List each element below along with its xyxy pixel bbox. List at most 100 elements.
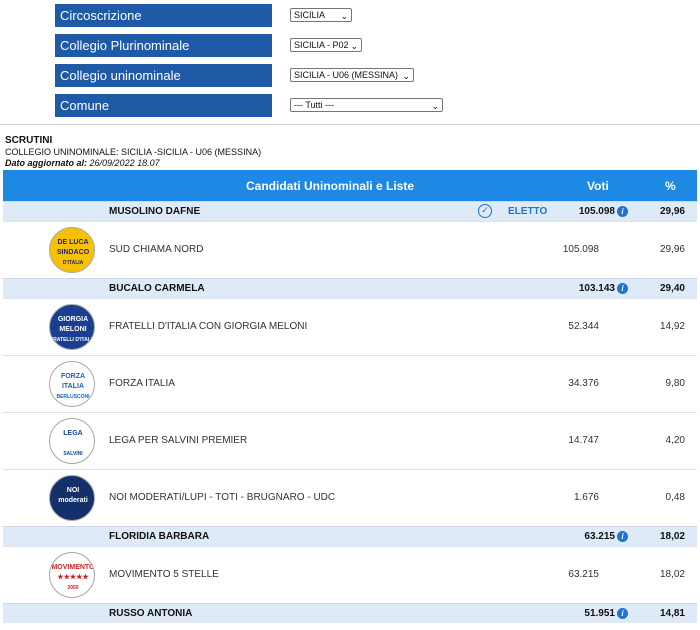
- filter-label-circoscrizione: Circoscrizione: [55, 4, 272, 27]
- list-pct: 29,96: [659, 244, 685, 255]
- logo-text-2: SINDACO: [57, 249, 90, 256]
- logo-text-3: D'ITALIA: [63, 260, 84, 266]
- chevron-down-icon: ⌄: [350, 41, 358, 51]
- select-plurinominale-value: SICILIA - P02: [294, 40, 349, 50]
- update-value: 26/09/2022 18.07: [89, 158, 160, 168]
- select-uninominale[interactable]: SICILIA - U06 (MESSINA) ⌄: [290, 68, 414, 82]
- logo-text-2: moderati: [58, 497, 88, 504]
- candidate-votes: 51.951: [584, 608, 615, 619]
- candidate-votes: 105.098: [578, 206, 615, 217]
- select-circoscrizione[interactable]: SICILIA ⌄: [290, 8, 352, 22]
- list-pct: 9,80: [665, 378, 685, 389]
- candidate-votes: 63.215: [584, 531, 615, 542]
- filter-label-comune: Comune: [55, 94, 272, 117]
- logo-text-3: BERLUSCONI: [56, 394, 90, 400]
- logo-text-3: SALVINI: [63, 451, 83, 457]
- results-table: Candidati Uninominali e Liste Voti % MUS…: [3, 170, 697, 623]
- candidate-name: BUCALO CARMELA: [109, 283, 205, 294]
- logo-text-1: GIORGIA: [58, 316, 88, 323]
- candidate-row: RUSSO ANTONIA 51.951 i 14,81: [3, 603, 697, 623]
- candidate-name: MUSOLINO DAFNE: [109, 206, 201, 217]
- filter-label-uninominale: Collegio uninominale: [55, 64, 272, 87]
- chevron-down-icon: ⌄: [340, 11, 348, 21]
- info-icon[interactable]: i: [617, 283, 628, 294]
- candidate-name: FLORIDIA BARBARA: [109, 531, 210, 542]
- party-logo: FORZA ITALIA BERLUSCONI: [49, 361, 95, 407]
- candidate-votes: 103.143: [578, 283, 615, 294]
- list-row: GIORGIA MELONI FRATELLI D'ITALIA FRATELLI D…: [3, 298, 697, 355]
- filter-label-plurinominale: Collegio Plurinominale: [55, 34, 272, 57]
- list-row: NOI moderati NOI MODERATI/LUPI - TOTI - BR…: [3, 469, 697, 526]
- list-votes: 63.215: [568, 569, 599, 580]
- col-candidati: Candidati Uninominali e Liste: [246, 179, 415, 193]
- list-pct: 18,02: [659, 569, 685, 580]
- logo-text-1: NOI: [67, 487, 80, 494]
- list-name: FORZA ITALIA: [109, 378, 175, 389]
- candidate-pct: 14,81: [659, 608, 685, 619]
- candidate-name: RUSSO ANTONIA: [109, 608, 193, 619]
- list-pct: 0,48: [665, 492, 685, 503]
- list-name: SUD CHIAMA NORD: [109, 244, 204, 255]
- party-logo-svg: FORZA ITALIA BERLUSCONI: [56, 373, 90, 400]
- update-label: Dato aggiornato al:: [5, 158, 88, 168]
- elected-badge: ELETTO: [508, 206, 548, 217]
- collegio-label: COLLEGIO UNINOMINALE: SICILIA -SICILIA -…: [5, 147, 262, 157]
- party-logo: GIORGIA MELONI FRATELLI D'ITALIA: [49, 304, 95, 350]
- info-icon[interactable]: i: [617, 608, 628, 619]
- select-circoscrizione-value: SICILIA: [294, 10, 326, 20]
- list-row: FORZA ITALIA BERLUSCONI FORZA ITALIA 34.376 9…: [3, 355, 697, 412]
- party-logo-svg: GIORGIA MELONI FRATELLI D'ITALIA: [50, 316, 95, 343]
- candidate-row: MUSOLINO DAFNE ✓ ELETTO 105.098 i 29,96: [3, 201, 697, 221]
- check-circle-icon: ✓: [478, 204, 492, 218]
- info-icon[interactable]: i: [617, 206, 628, 217]
- select-plurinominale[interactable]: SICILIA - P02 ⌄: [290, 38, 362, 52]
- select-comune[interactable]: --- Tutti --- ⌄: [290, 98, 443, 112]
- logo-text-1: FORZA: [61, 373, 85, 380]
- list-votes: 52.344: [568, 321, 599, 332]
- party-logo-svg: LEGA SALVINI: [63, 430, 83, 457]
- info-icon[interactable]: i: [617, 531, 628, 542]
- list-votes: 14.747: [568, 435, 599, 446]
- list-name: FRATELLI D'ITALIA CON GIORGIA MELONI: [109, 321, 308, 332]
- list-row: DE LUCA SINDACO D'ITALIA SUD CHIAMA NORD 105…: [3, 221, 697, 278]
- select-uninominale-value: SICILIA - U06 (MESSINA): [294, 70, 399, 80]
- candidate-row: FLORIDIA BARBARA 63.215 i 18,02: [3, 526, 697, 546]
- divider: [0, 124, 700, 125]
- update-timestamp: Dato aggiornato al: 26/09/2022 18.07: [5, 158, 160, 168]
- logo-text-1: LEGA: [63, 430, 82, 437]
- logo-text-3: 2050: [67, 585, 78, 591]
- chevron-down-icon: ⌄: [402, 71, 410, 81]
- logo-text-2: MELONI: [59, 326, 86, 333]
- logo-text-3: FRATELLI D'ITALIA: [50, 337, 95, 343]
- party-logo: DE LUCA SINDACO D'ITALIA: [49, 227, 95, 273]
- party-logo: MOVIMENTO ★★★★★ 2050: [49, 552, 95, 598]
- party-logo-svg: DE LUCA SINDACO D'ITALIA: [57, 239, 90, 266]
- table-body: MUSOLINO DAFNE ✓ ELETTO 105.098 i 29,96 DE LUC…: [3, 201, 697, 623]
- chevron-down-icon: ⌄: [431, 101, 439, 111]
- party-logo-svg: MOVIMENTO ★★★★★ 2050: [51, 564, 95, 591]
- list-name: NOI MODERATI/LUPI - TOTI - BRUGNARO - UD…: [109, 492, 336, 503]
- list-votes: 1.676: [573, 492, 599, 503]
- list-row: LEGA SALVINI LEGA PER SALVINI PREMIER 14.74…: [3, 412, 697, 469]
- logo-text-1: MOVIMENTO: [51, 564, 95, 571]
- candidate-pct: 29,40: [659, 283, 685, 294]
- section-title: SCRUTINI: [5, 135, 53, 146]
- party-logo: LEGA SALVINI: [49, 418, 95, 464]
- list-row: MOVIMENTO ★★★★★ 2050 MOVIMENTO 5 STELLE 63.2…: [3, 546, 697, 603]
- col-pct: %: [665, 179, 676, 193]
- candidate-pct: 29,96: [659, 206, 685, 217]
- list-votes: 105.098: [562, 244, 599, 255]
- list-pct: 4,20: [665, 435, 685, 446]
- list-votes: 34.376: [568, 378, 599, 389]
- table-header: Candidati Uninominali e Liste Voti %: [3, 170, 697, 201]
- logo-text-2: ★★★★★: [57, 573, 89, 581]
- list-name: MOVIMENTO 5 STELLE: [109, 569, 219, 580]
- logo-text-2: ITALIA: [62, 383, 84, 390]
- party-logo: NOI moderati: [49, 475, 95, 521]
- candidate-row: BUCALO CARMELA 103.143 i 29,40: [3, 278, 697, 298]
- list-pct: 14,92: [659, 321, 685, 332]
- logo-text-1: DE LUCA: [57, 239, 88, 246]
- candidate-pct: 18,02: [659, 531, 685, 542]
- list-name: LEGA PER SALVINI PREMIER: [109, 435, 248, 446]
- select-comune-value: --- Tutti ---: [294, 100, 334, 110]
